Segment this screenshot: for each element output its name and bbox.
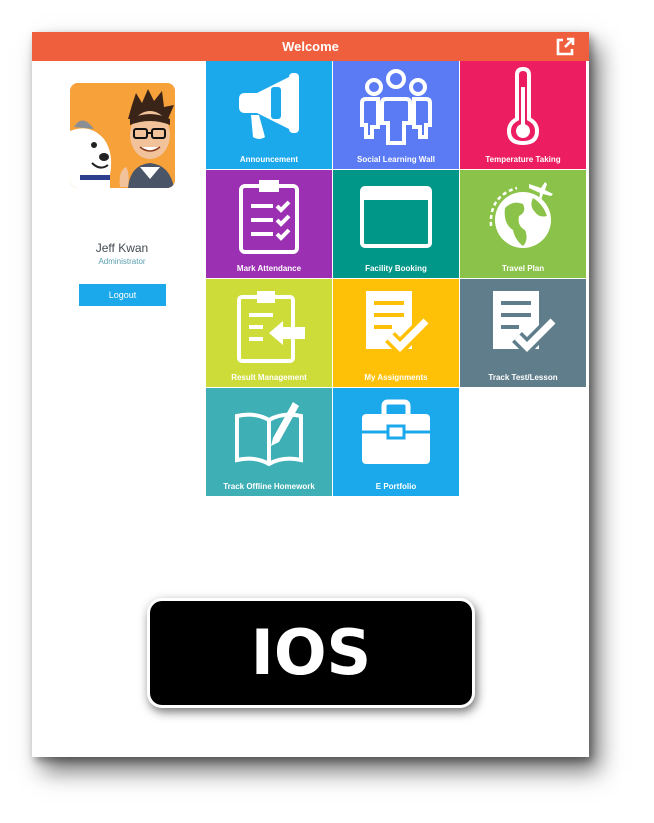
tile-social-learning-wall[interactable]: Social Learning Wall bbox=[333, 61, 459, 169]
user-name: Jeff Kwan bbox=[95, 241, 149, 255]
tile-track-offline-homework[interactable]: Track Offline Homework bbox=[206, 388, 332, 496]
megaphone-icon bbox=[239, 73, 299, 139]
tile-label: Social Learning Wall bbox=[357, 155, 435, 164]
ios-badge: IOS bbox=[150, 601, 472, 705]
tile-label: Track Offline Homework bbox=[223, 482, 315, 491]
tile-track-test-lesson[interactable]: Track Test/Lesson bbox=[460, 279, 586, 387]
tile-temperature-taking[interactable]: Temperature Taking bbox=[460, 61, 586, 169]
tile-mark-attendance[interactable]: Mark Attendance bbox=[206, 170, 332, 278]
tile-e-portfolio[interactable]: E Portfolio bbox=[333, 388, 459, 496]
header-bar: Welcome bbox=[32, 32, 589, 61]
external-link-icon[interactable] bbox=[554, 36, 576, 58]
tile-label: E Portfolio bbox=[375, 482, 417, 491]
checklist-icon bbox=[366, 291, 431, 357]
clipboard-checklist-icon bbox=[239, 180, 299, 254]
browser-window-icon bbox=[360, 186, 432, 248]
tile-label: Result Management bbox=[231, 373, 307, 382]
tile-announcement[interactable]: Announcement bbox=[206, 61, 332, 169]
tile-label: Track Test/Lesson bbox=[488, 373, 558, 382]
tile-result-management[interactable]: Result Management bbox=[206, 279, 332, 387]
checklist-icon bbox=[493, 291, 558, 357]
briefcase-icon bbox=[362, 399, 430, 464]
tile-label: Facility Booking bbox=[365, 264, 427, 273]
user-role: Administrator bbox=[98, 257, 146, 266]
globe-plane-icon bbox=[489, 182, 553, 248]
tile-label: Temperature Taking bbox=[485, 155, 561, 164]
logout-button[interactable]: Logout bbox=[79, 284, 166, 306]
tile-facility-booking[interactable]: Facility Booking bbox=[333, 170, 459, 278]
tile-label: Mark Attendance bbox=[236, 264, 302, 273]
tile-label: Travel Plan bbox=[501, 264, 545, 273]
avatar bbox=[70, 83, 175, 188]
tile-travel-plan[interactable]: Travel Plan bbox=[460, 170, 586, 278]
tile-my-assignments[interactable]: My Assignments bbox=[333, 279, 459, 387]
tile-label: Announcement bbox=[239, 155, 299, 164]
ios-badge-text: IOS bbox=[250, 616, 372, 689]
header-title: Welcome bbox=[282, 39, 339, 54]
book-pen-icon bbox=[235, 402, 303, 467]
profile-panel: Jeff Kwan Administrator Logout bbox=[32, 61, 206, 321]
clipboard-arrow-icon bbox=[237, 291, 305, 363]
tile-label: My Assignments bbox=[364, 373, 428, 382]
group-icon bbox=[360, 69, 432, 145]
thermometer-icon bbox=[506, 67, 540, 146]
